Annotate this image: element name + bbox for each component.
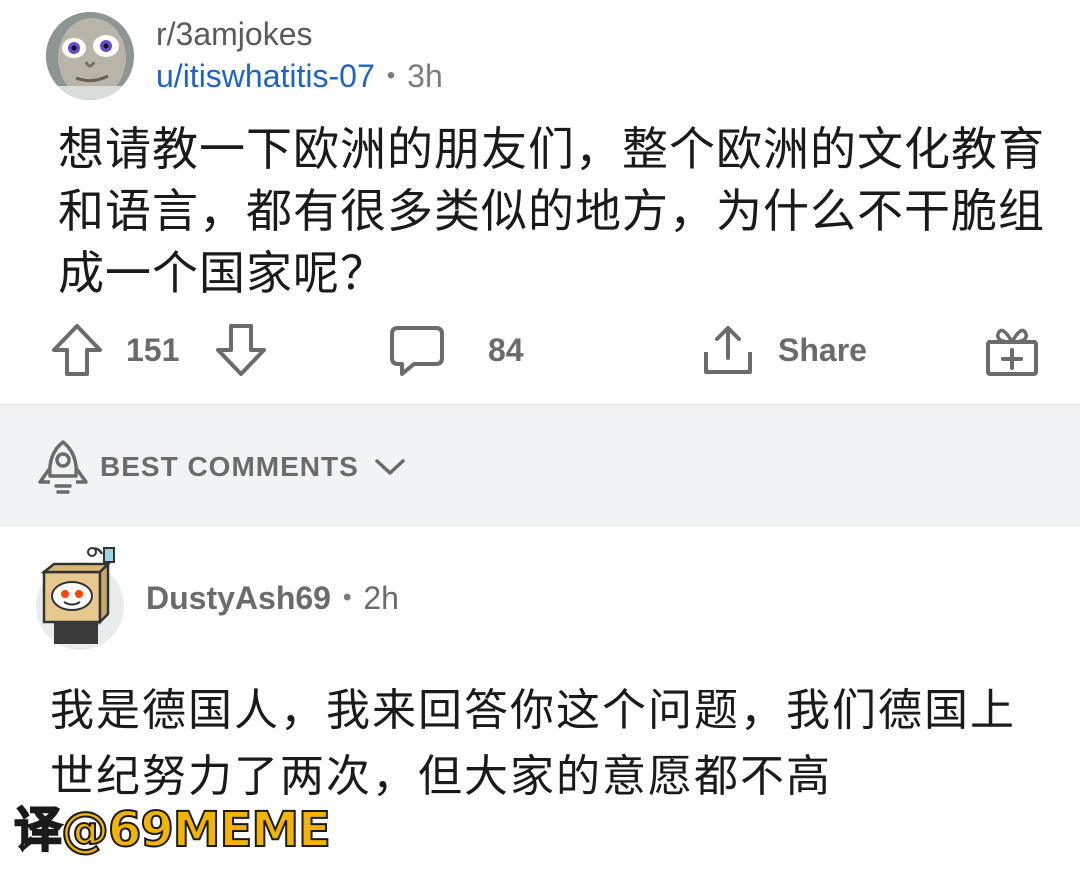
downvote-button[interactable] (214, 316, 268, 384)
comment-timestamp: 2h (363, 579, 399, 616)
post-author-link[interactable]: u/itiswhatitis-07 (156, 54, 375, 98)
upvote-arrow-icon (52, 324, 102, 376)
byline-separator: • (386, 62, 396, 89)
post-header: r/3amjokes u/itiswhatitis-07 • 3h (46, 10, 443, 102)
share-icon (704, 326, 752, 374)
score-count: 151 (126, 316, 179, 384)
subreddit-link[interactable]: r/3amjokes (156, 14, 443, 54)
comment-author-avatar[interactable] (34, 544, 126, 652)
post-action-bar: 151 84 Share (0, 316, 1080, 384)
comments-button[interactable]: 84 (388, 316, 524, 384)
comment-count: 84 (488, 331, 524, 368)
comment-bubble-icon (390, 326, 444, 376)
comment-byline-separator: • (342, 584, 352, 611)
post-author-avatar[interactable] (46, 12, 134, 100)
comment-sort-dropdown[interactable]: BEST COMMENTS (36, 437, 407, 497)
gift-award-icon (986, 328, 1038, 376)
comment-header: DustyAsh69 • 2h (34, 540, 399, 656)
user-avatar-face-icon (46, 12, 134, 100)
rocket-icon (38, 440, 88, 494)
share-button[interactable]: Share (700, 316, 867, 384)
sort-label: BEST COMMENTS (100, 451, 359, 482)
award-button[interactable] (984, 316, 1040, 384)
share-label: Share (778, 331, 867, 368)
downvote-arrow-icon (216, 324, 266, 376)
comment-byline: DustyAsh69 • 2h (146, 580, 399, 617)
upvote-button[interactable] (50, 316, 104, 384)
post-byline: u/itiswhatitis-07 • 3h (156, 54, 443, 98)
comment-sort-bar: BEST COMMENTS (0, 404, 1080, 526)
comment-author-link[interactable]: DustyAsh69 (146, 580, 331, 617)
post-meta: r/3amjokes u/itiswhatitis-07 • 3h (156, 14, 443, 98)
score-label: 151 (126, 331, 180, 368)
chevron-down-icon (375, 459, 405, 475)
watermark-text: 译@69MEME (13, 801, 332, 859)
snoo-box-avatar-icon (36, 547, 124, 650)
post-timestamp: 3h (407, 58, 443, 94)
post-title-text[interactable]: 想请教一下欧洲的朋友们，整个欧洲的文化教育和语言，都有很多类似的地方，为什么不干… (58, 118, 1048, 304)
